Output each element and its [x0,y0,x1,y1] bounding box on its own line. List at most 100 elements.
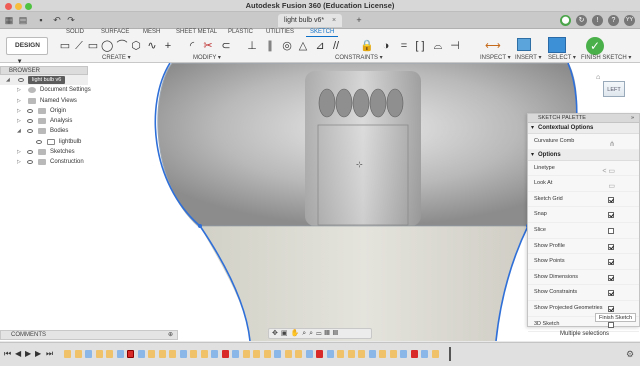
timeline-feature-icon[interactable] [95,350,103,358]
timeline-feature-icon[interactable] [358,350,365,358]
option-show-points[interactable]: Show Points [528,254,639,270]
visibility-eye-icon[interactable] [36,139,42,144]
visibility-eye-icon[interactable] [27,150,33,155]
visibility-eye-icon[interactable] [27,119,33,124]
timeline-feature-icon[interactable] [106,350,113,358]
show-profile-checkbox[interactable] [608,243,614,250]
horizontal-vertical-icon[interactable]: ⊣ [449,39,461,53]
midpoint-icon[interactable]: △ [297,39,309,53]
3d-sketch-checkbox[interactable] [608,321,614,328]
timeline-feature-icon[interactable] [169,350,176,358]
tab-plastic[interactable]: PLASTIC [228,29,253,35]
timeline-feature-icon[interactable] [64,350,71,358]
option-show-constraints[interactable]: Show Constraints [528,285,639,301]
save-icon[interactable]: ▪ [36,15,46,25]
pan-icon[interactable]: ✋ [291,330,303,337]
offset-icon[interactable]: ⊂ [220,39,232,53]
timeline-feature-icon[interactable] [200,350,208,358]
extensions-icon[interactable]: ⬤ [560,15,571,26]
timeline-feature-icon[interactable] [211,350,218,358]
timeline-feature-icon[interactable] [179,350,187,358]
notifications-icon[interactable]: ! [592,15,603,26]
curvature-icon[interactable]: ⌓ [432,39,444,53]
spline-icon[interactable]: ∿ [146,39,158,53]
timeline-feature-icon[interactable] [389,350,397,358]
option-slice[interactable]: Slice [528,223,639,239]
browser-item-sketches[interactable]: ▷ Sketches [0,147,88,157]
symmetry-icon[interactable]: [ ] [414,39,426,53]
go-to-end-icon[interactable]: ⏭ [46,349,53,359]
browser-item-document-settings[interactable]: ▷ Document Settings [0,85,91,95]
gear-icon[interactable]: ⚙ [626,349,634,360]
concentric-icon[interactable]: ◎ [281,39,293,53]
user-avatar[interactable]: YY [624,15,635,26]
modify-group-label[interactable]: MODIFY ▾ [193,54,221,61]
timeline-feature-icon[interactable] [242,350,250,358]
equal-icon[interactable]: = [398,39,410,53]
browser-item-named-views[interactable]: ▷ Named Views [0,96,88,106]
polygon-icon[interactable]: ⬡ [130,39,142,53]
new-tab-icon[interactable]: + [354,15,364,25]
expand-arrow-icon[interactable]: ▷ [17,106,21,116]
collapse-arrow-icon[interactable]: ◢ [17,126,21,136]
coincident-icon[interactable]: ⊥ [246,39,258,53]
tab-surface[interactable]: SURFACE [101,29,129,35]
timeline-feature-icon[interactable] [190,350,197,358]
timeline-marker[interactable] [449,347,451,361]
finish-sketch-group-label[interactable]: FINISH SKETCH ▾ [581,54,631,61]
measure-icon[interactable]: ⟷ [485,39,501,53]
timeline-feature-icon[interactable] [221,350,229,358]
grid-settings-icon[interactable]: ▦ [324,330,332,337]
go-to-start-icon[interactable]: ⏮ [4,349,11,359]
parallel-icon[interactable]: // [330,39,342,53]
inspect-group-label[interactable]: INSPECT ▾ [480,54,511,61]
document-tab[interactable]: light bulb v6* × [278,14,343,27]
step-forward-icon[interactable]: ▶ [35,349,41,358]
timeline-feature-icon[interactable] [295,350,302,358]
help-icon[interactable]: ? [608,15,619,26]
expand-arrow-icon[interactable]: ▷ [17,85,21,95]
timeline-feature-icon[interactable] [337,350,344,358]
tab-sheet-metal[interactable]: SHEET METAL [176,29,217,35]
timeline-feature-icon[interactable] [305,350,313,358]
timeline-feature-icon[interactable] [347,350,355,358]
visibility-eye-icon[interactable] [27,129,33,134]
options-section[interactable]: Options [528,149,639,161]
redo-icon[interactable]: ↷ [66,15,76,25]
show-points-checkbox[interactable] [608,259,614,266]
timeline-feature-icon[interactable] [137,350,145,358]
show-projected-geometries-checkbox[interactable] [608,305,614,312]
insert-group-label[interactable]: INSERT ▾ [515,54,541,61]
look-at-nav-icon[interactable]: ▣ [281,330,291,337]
expand-arrow-icon[interactable]: ▷ [17,147,21,157]
option-look-at[interactable]: Look At ▭ [528,176,639,192]
tab-solid[interactable]: SOLID [66,29,84,35]
browser-item-construction[interactable]: ▷ Construction [0,157,88,167]
timeline-feature-icon[interactable] [284,350,292,358]
timeline-feature-icon[interactable] [326,350,334,358]
close-tab-icon[interactable]: × [332,17,336,24]
select-group-label[interactable]: SELECT ▾ [548,54,576,61]
collapse-arrow-icon[interactable]: ◢ [6,75,10,85]
timeline-feature-icon[interactable] [148,350,155,358]
palette-header[interactable]: SKETCH PALETTE » [528,114,639,123]
finish-sketch-check-icon[interactable]: ✓ [586,37,604,55]
expand-arrow-icon[interactable]: ▷ [17,157,21,167]
select-arrow-icon[interactable] [548,37,566,53]
point-icon[interactable]: + [162,39,174,53]
browser-root[interactable]: ◢ light bulb v6 [0,75,88,86]
constraints-group-label[interactable]: CONSTRAINTS ▾ [335,54,383,61]
timeline-feature-icon[interactable] [85,350,92,358]
insert-image-icon[interactable] [517,38,531,51]
timeline-feature-icon[interactable] [379,350,386,358]
timeline-feature-icon[interactable] [263,350,271,358]
arc-icon[interactable]: ⌒ [116,39,128,53]
timeline-feature-icon[interactable] [127,350,134,358]
viewports-icon[interactable]: ▤ [333,330,341,337]
file-icon[interactable]: ▤ [18,15,28,25]
grid-apps-icon[interactable]: ▦ [4,15,14,25]
visibility-eye-icon[interactable] [18,78,24,82]
circle-icon[interactable]: ◯ [101,39,113,53]
browser-header[interactable]: BROWSER [0,66,88,75]
option-sketch-grid[interactable]: Sketch Grid [528,192,639,208]
